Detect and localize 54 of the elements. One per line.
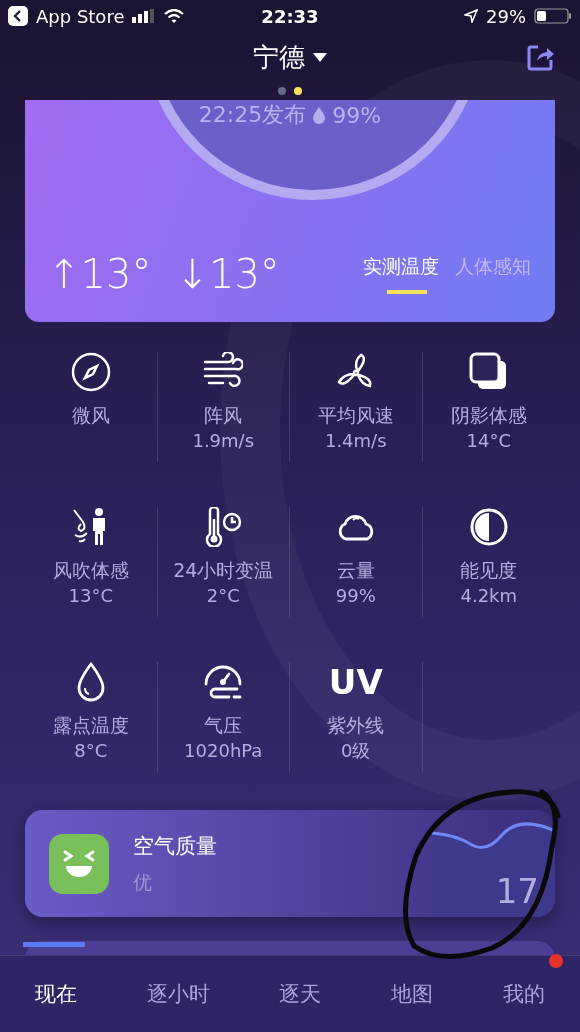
selected-tab-indicator <box>22 942 85 947</box>
uv-label: UV <box>328 662 383 702</box>
bottom-tab[interactable]: 地图 <box>387 972 438 1016</box>
air-quality-index: 17 <box>495 871 539 911</box>
contrast-icon <box>468 507 509 547</box>
high-temperature: ↑13° <box>47 254 152 294</box>
low-temperature: ↓13° <box>175 254 280 294</box>
detail-value: 8°C <box>74 739 108 763</box>
detail-label: 云量 <box>336 558 375 583</box>
wifi-icon <box>164 8 185 24</box>
detail-label: 微风 <box>71 403 110 428</box>
detail-value: 1.4m/s <box>324 429 387 453</box>
detail-value: 14°C <box>466 429 511 453</box>
bottom-tab[interactable]: 现在 <box>30 972 81 1016</box>
back-app-label[interactable]: App Store <box>36 5 125 27</box>
detail-value: 4.2km <box>460 584 518 608</box>
detail-value: 1.9m/s <box>192 429 255 453</box>
humidity-value: 99% <box>332 102 382 128</box>
detail-label: 阵风 <box>204 403 243 428</box>
humidity-drop-icon <box>312 106 327 124</box>
air-quality-level: 优 <box>133 869 153 895</box>
smiley-face-icon <box>49 833 109 894</box>
publish-time: 22:25发布 <box>198 101 307 129</box>
compass-icon <box>70 352 111 392</box>
detail-value: 0级 <box>341 739 371 763</box>
detail-label: 能见度 <box>460 558 518 583</box>
detail-value: 99% <box>335 584 376 608</box>
layered-squares-icon <box>468 352 509 392</box>
detail-value: 13°C <box>68 584 113 608</box>
battery-icon <box>534 8 572 24</box>
detail-label: 风吹体感 <box>52 558 129 583</box>
city-selector[interactable]: 宁德 <box>253 39 327 75</box>
detail-label: 平均风速 <box>317 403 394 428</box>
caret-icon <box>313 52 327 62</box>
air-quality-title: 空气质量 <box>133 832 217 860</box>
signal-icon <box>132 9 157 23</box>
detail-label: 24小时变温 <box>173 558 274 583</box>
bottom-tab[interactable]: 我的 <box>499 972 550 1016</box>
page-dot[interactable] <box>278 87 286 95</box>
detail-label: 阴影体感 <box>450 403 527 428</box>
bottom-tab[interactable]: 逐小时 <box>142 972 214 1016</box>
detail-value: 2°C <box>206 584 240 608</box>
detail-label: 气压 <box>204 713 243 738</box>
detail-value: 1020hPa <box>184 739 263 763</box>
temperature-mode-tab[interactable]: 实测温度 <box>363 254 439 294</box>
clock-time: 22:33 <box>261 5 319 27</box>
bottom-tab[interactable]: 逐天 <box>275 972 326 1016</box>
detail-label: 露点温度 <box>52 713 129 738</box>
back-icon[interactable] <box>8 6 28 26</box>
battery-percent: 29% <box>486 5 526 27</box>
detail-label: 紫外线 <box>327 713 385 738</box>
page-dot[interactable] <box>294 87 302 95</box>
air-quality-card[interactable]: 空气质量 优 17 <box>25 810 555 917</box>
location-arrow-icon <box>464 9 478 23</box>
